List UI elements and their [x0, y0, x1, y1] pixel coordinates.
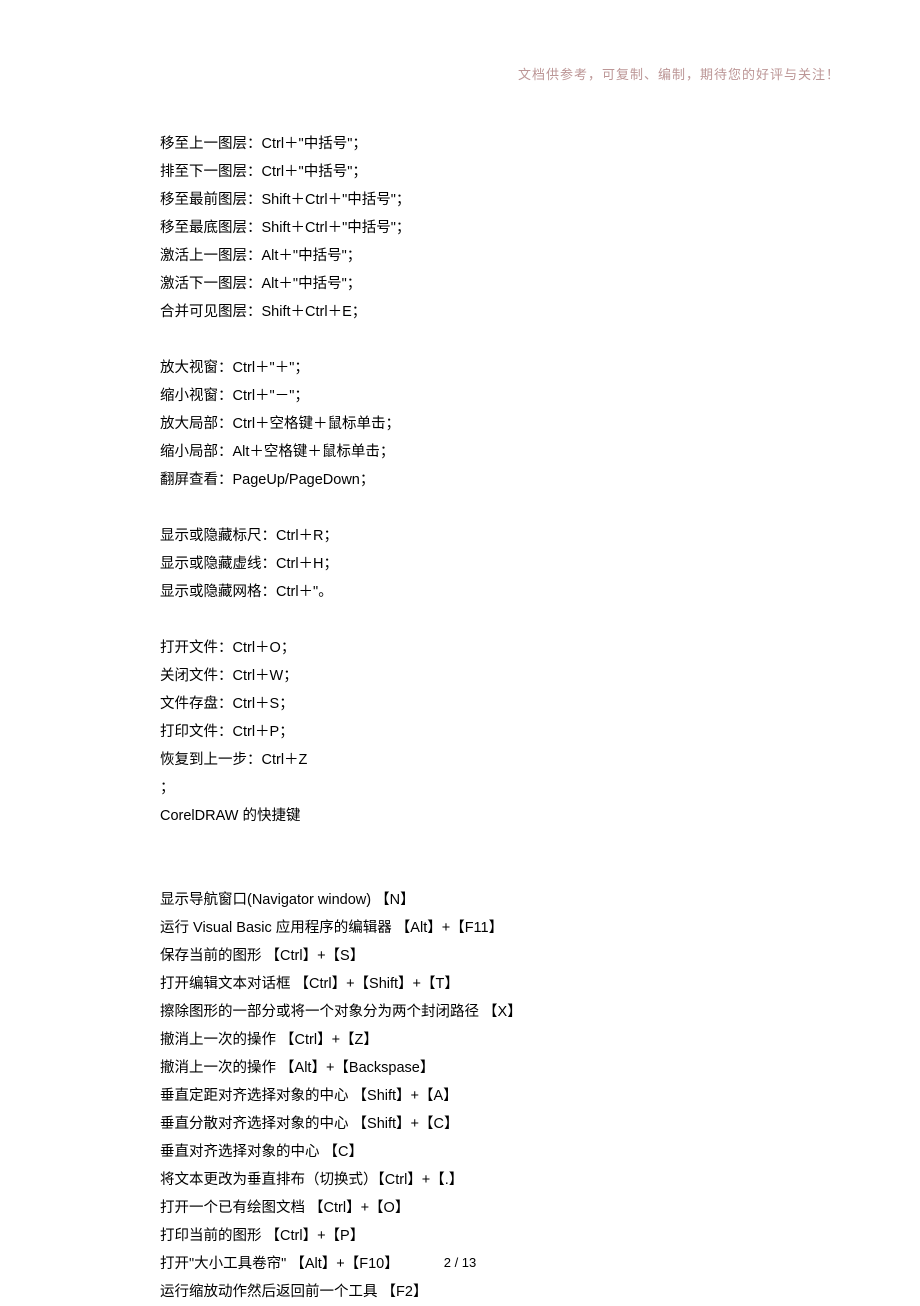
text-line: 显示或隐藏网格：Ctrl＋"。: [160, 578, 790, 606]
text-line: 撤消上一次的操作 【Ctrl】+【Z】: [160, 1026, 790, 1054]
text-line: 打开编辑文本对话框 【Ctrl】+【Shift】+【T】: [160, 970, 790, 998]
text-line: 文件存盘：Ctrl＋S；: [160, 690, 790, 718]
text-line: 运行 Visual Basic 应用程序的编辑器 【Alt】+【F11】: [160, 914, 790, 942]
text-line: 打开文件：Ctrl＋O；: [160, 634, 790, 662]
text-line: 翻屏查看：PageUp/PageDown；: [160, 466, 790, 494]
document-header-note: 文档供参考，可复制、编制，期待您的好评与关注！: [518, 64, 840, 83]
text-line: 显示导航窗口(Navigator window) 【N】: [160, 886, 790, 914]
text-line: 显示或隐藏标尺：Ctrl＋R；: [160, 522, 790, 550]
text-line: 撤消上一次的操作 【Alt】+【Backspase】: [160, 1054, 790, 1082]
text-line: 排至下一图层：Ctrl＋"中括号"；: [160, 158, 790, 186]
text-line: 激活上一图层：Alt＋"中括号"；: [160, 242, 790, 270]
text-line: 打开一个已有绘图文档 【Ctrl】+【O】: [160, 1194, 790, 1222]
text-line: CorelDRAW 的快捷键: [160, 802, 790, 830]
text-line: ；: [160, 774, 790, 802]
text-line: 移至最前图层：Shift＋Ctrl＋"中括号"；: [160, 186, 790, 214]
text-line: 移至上一图层：Ctrl＋"中括号"；: [160, 130, 790, 158]
text-line: 激活下一图层：Alt＋"中括号"；: [160, 270, 790, 298]
text-line: 保存当前的图形 【Ctrl】+【S】: [160, 942, 790, 970]
text-line: 放大视窗：Ctrl＋"＋"；: [160, 354, 790, 382]
document-body: 移至上一图层：Ctrl＋"中括号"； 排至下一图层：Ctrl＋"中括号"； 移至…: [160, 130, 790, 1306]
text-line: 显示或隐藏虚线：Ctrl＋H；: [160, 550, 790, 578]
text-line: 合并可见图层：Shift＋Ctrl＋E；: [160, 298, 790, 326]
text-line: 擦除图形的一部分或将一个对象分为两个封闭路径 【X】: [160, 998, 790, 1026]
text-line: 垂直对齐选择对象的中心 【C】: [160, 1138, 790, 1166]
text-line: 将文本更改为垂直排布（切换式）【Ctrl】+【.】: [160, 1166, 790, 1194]
text-line: 放大局部：Ctrl＋空格键＋鼠标单击；: [160, 410, 790, 438]
text-line: 打印文件：Ctrl＋P；: [160, 718, 790, 746]
page-number: 2 / 13: [0, 1255, 920, 1270]
text-line: [160, 830, 790, 858]
text-line: 恢复到上一步：Ctrl＋Z: [160, 746, 790, 774]
text-line: 关闭文件：Ctrl＋W；: [160, 662, 790, 690]
text-line: 移至最底图层：Shift＋Ctrl＋"中括号"；: [160, 214, 790, 242]
text-line: 垂直分散对齐选择对象的中心 【Shift】+【C】: [160, 1110, 790, 1138]
text-line: 打印当前的图形 【Ctrl】+【P】: [160, 1222, 790, 1250]
text-line: 缩小视窗：Ctrl＋"－"；: [160, 382, 790, 410]
text-line: [160, 606, 790, 634]
text-line: 垂直定距对齐选择对象的中心 【Shift】+【A】: [160, 1082, 790, 1110]
text-line: 缩小局部：Alt＋空格键＋鼠标单击；: [160, 438, 790, 466]
text-line: [160, 858, 790, 886]
text-line: [160, 326, 790, 354]
text-line: [160, 494, 790, 522]
